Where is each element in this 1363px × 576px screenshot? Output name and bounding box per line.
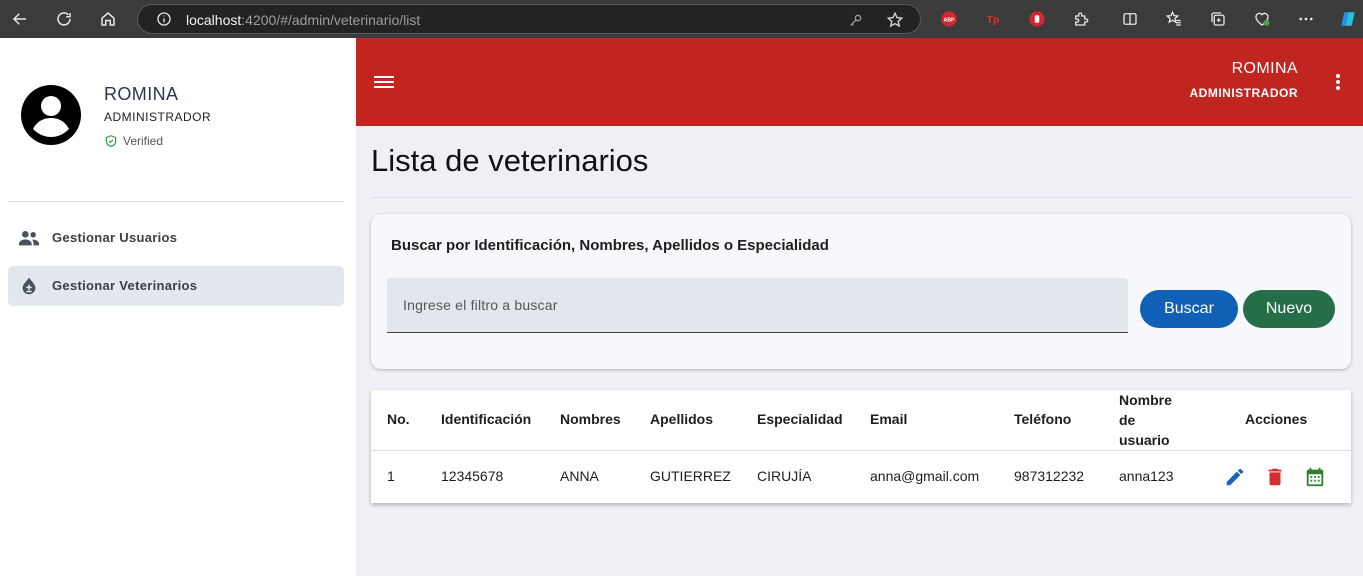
account-circle-icon	[21, 85, 81, 145]
sidebar: ROMINA ADMINISTRADOR Verified Gestionar …	[0, 38, 356, 576]
col-header-acciones: Acciones	[1245, 411, 1308, 427]
verified-badge: Verified	[104, 134, 163, 148]
puzzle-extensions-icon[interactable]	[1070, 8, 1092, 30]
col-header-no: No.	[387, 411, 410, 427]
col-header-especialidad: Especialidad	[757, 411, 843, 427]
sidebar-divider	[8, 201, 344, 202]
col-header-nombres: Nombres	[560, 411, 621, 427]
search-heading: Buscar por Identificación, Nombres, Apel…	[391, 237, 829, 254]
col-header-telefono: Teléfono	[1014, 411, 1072, 427]
reload-icon[interactable]	[53, 8, 75, 30]
col-header-nombre-usuario: Nombre de usuario	[1119, 390, 1172, 450]
col-header-nombre-usuario-line1: Nombre	[1119, 392, 1172, 408]
title-divider	[371, 197, 1351, 198]
address-bar[interactable]: localhost:4200/#/admin/veterinario/list	[137, 4, 921, 34]
browser-toolbar: localhost:4200/#/admin/veterinario/list …	[0, 0, 1363, 38]
verified-shield-icon	[105, 135, 117, 147]
cell-usuario: anna123	[1119, 468, 1174, 484]
browser-essentials-icon[interactable]	[1251, 8, 1273, 30]
search-filter-input[interactable]	[387, 278, 1128, 333]
sidebar-user-role: ADMINISTRADOR	[104, 110, 212, 124]
sidebar-item-gestionar-veterinarios[interactable]: Gestionar Veterinarios	[8, 266, 344, 306]
sidebar-user-name: ROMINA	[104, 84, 179, 104]
cell-email: anna@gmail.com	[870, 468, 980, 484]
search-button[interactable]: Buscar	[1140, 290, 1238, 328]
back-icon[interactable]	[9, 8, 31, 30]
copilot-icon[interactable]	[1337, 8, 1359, 30]
verified-label: Verified	[123, 134, 164, 148]
key-icon[interactable]	[848, 12, 864, 28]
page-title: Lista de veterinarios	[371, 143, 649, 178]
site-info-icon[interactable]	[156, 11, 172, 27]
appbar-user-name: ROMINA	[1231, 60, 1298, 77]
menu-icon[interactable]	[373, 72, 395, 92]
cell-identificacion: 12345678	[441, 468, 504, 484]
sidebar-item-label: Gestionar Veterinarios	[52, 278, 198, 293]
col-header-identificacion: Identificación	[441, 411, 532, 427]
more-options-icon[interactable]	[1295, 8, 1317, 30]
collections-icon[interactable]	[1207, 8, 1229, 30]
new-button[interactable]: Nuevo	[1243, 290, 1335, 328]
more-vert-icon[interactable]	[1333, 72, 1343, 92]
water-drop-icon	[22, 277, 36, 295]
col-header-nombre-usuario-line2: de	[1119, 412, 1136, 428]
split-screen-icon[interactable]	[1119, 8, 1141, 30]
edit-icon[interactable]	[1224, 466, 1246, 488]
cell-telefono: 987312232	[1014, 468, 1085, 484]
veterinarians-table: No. Identificación Nombres Apellidos Esp…	[371, 390, 1351, 503]
col-header-nombre-usuario-line3: usuario	[1119, 432, 1170, 448]
tp-extension-icon[interactable]: Tp	[982, 8, 1004, 30]
stop-extension-icon[interactable]	[1026, 8, 1048, 30]
svg-text:Tp: Tp	[987, 14, 1000, 26]
cell-especialidad: CIRUJÍA	[757, 468, 812, 484]
cell-nombres: ANNA	[560, 468, 599, 484]
table-header-divider	[371, 450, 1351, 451]
top-app-bar: ROMINA ADMINISTRADOR	[356, 38, 1363, 126]
appbar-user-role: ADMINISTRADOR	[1189, 86, 1298, 100]
cell-apellidos: GUTIERREZ	[650, 468, 731, 484]
url-text[interactable]: localhost:4200/#/admin/veterinario/list	[186, 12, 420, 28]
group-icon	[18, 231, 40, 246]
svg-text:ABP: ABP	[943, 17, 955, 23]
favorites-icon[interactable]	[1163, 8, 1185, 30]
col-header-apellidos: Apellidos	[650, 411, 714, 427]
sidebar-item-label: Gestionar Usuarios	[52, 230, 178, 245]
star-icon[interactable]	[886, 11, 904, 29]
search-card: Buscar por Identificación, Nombres, Apel…	[371, 214, 1351, 369]
calendar-icon[interactable]	[1304, 466, 1326, 488]
home-icon[interactable]	[97, 8, 119, 30]
delete-icon[interactable]	[1264, 466, 1286, 488]
cell-no: 1	[387, 468, 395, 484]
adblock-icon[interactable]: ABP	[938, 8, 960, 30]
col-header-email: Email	[870, 411, 908, 427]
sidebar-item-gestionar-usuarios[interactable]: Gestionar Usuarios	[8, 218, 344, 258]
